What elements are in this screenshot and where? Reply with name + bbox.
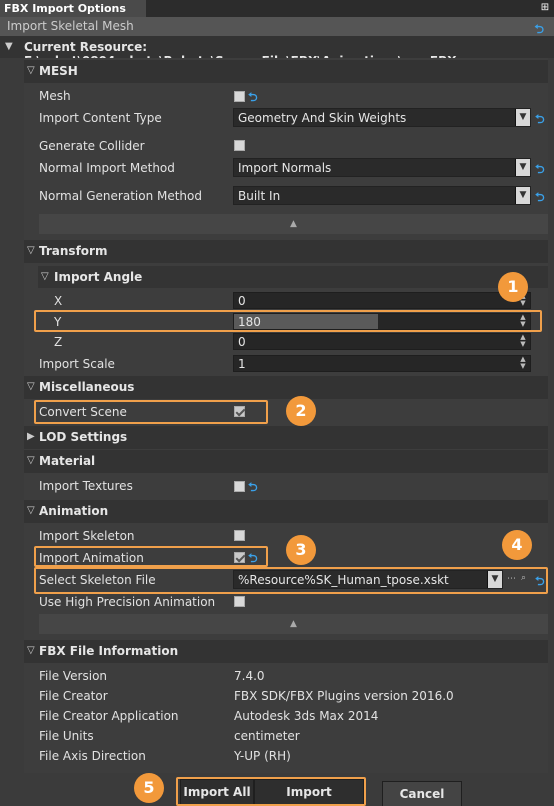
fbx-info-value: FBX SDK/FBX Plugins version 2016.0 (234, 689, 454, 703)
collapse-triangle-icon: ▽ (41, 271, 49, 282)
highlight-import-animation (34, 546, 268, 567)
import-textures-reset-icon[interactable]: ⮌ (248, 478, 258, 499)
expand-triangle-icon: ▶ (27, 431, 35, 442)
angle-x-label: X (54, 294, 63, 308)
fbx-info-label: File Version (39, 669, 108, 683)
collapse-up-icon: ▲ (290, 619, 297, 629)
fbx-info-label: File Axis Direction (39, 749, 146, 763)
normal-import-method-label: Normal Import Method (39, 161, 175, 175)
highlight-y-row (34, 310, 542, 332)
collapse-up-icon: ▲ (290, 219, 297, 229)
section-transform-title: Transform (39, 244, 108, 258)
collapse-triangle-icon: ▽ (27, 455, 35, 466)
subtitle-text: Import Skeletal Mesh (7, 19, 134, 33)
title-bar: FBX Import Options ⊞ (0, 0, 554, 17)
normal-generation-method-dropdown[interactable]: Built In ▼ (233, 186, 531, 205)
highlight-select-skeleton (34, 567, 548, 594)
high-precision-label: Use High Precision Animation (39, 595, 216, 609)
angle-z-field[interactable]: 0 ▲ ▼ (233, 333, 531, 350)
collapse-triangle-icon: ▽ (27, 65, 35, 76)
generate-collider-checkbox[interactable] (234, 140, 245, 151)
normal-generation-method-value: Built In (238, 189, 281, 203)
import-skeleton-checkbox[interactable] (234, 530, 245, 541)
collapse-triangle-icon: ▽ (27, 381, 35, 392)
normal-import-method-reset-icon[interactable]: ⮌ (535, 160, 545, 181)
section-animation-title: Animation (39, 504, 109, 518)
fbx-info-label: File Creator (39, 689, 108, 703)
subsection-import-angle[interactable]: ▽ Import Angle (38, 266, 548, 288)
window-tab[interactable]: FBX Import Options (0, 0, 146, 17)
chevron-down-icon[interactable]: ▼ (515, 109, 530, 126)
import-textures-label: Import Textures (39, 479, 133, 493)
pin-icon[interactable]: ⊞ (539, 2, 551, 14)
section-material-title: Material (39, 454, 96, 468)
import-skeleton-label: Import Skeleton (39, 529, 135, 543)
import-scale-label: Import Scale (39, 357, 115, 371)
annotation-badge-1: 1 (498, 272, 528, 302)
cancel-button[interactable]: Cancel (382, 781, 462, 806)
import-scale-value: 1 (238, 357, 246, 371)
section-fbx-info[interactable]: ▽ FBX File Information (24, 640, 548, 663)
annotation-badge-2: 2 (286, 396, 316, 426)
subtitle-bar: Import Skeletal Mesh ⮌ (0, 17, 554, 36)
mesh-checkbox[interactable] (234, 91, 245, 102)
section-mesh[interactable]: ▽ MESH (24, 60, 548, 83)
collapse-triangle-icon: ▽ (27, 505, 35, 516)
angle-z-value: 0 (238, 335, 246, 349)
chevron-down-icon[interactable]: ▼ (515, 187, 530, 204)
fbx-info-label: File Creator Application (39, 709, 179, 723)
section-transform[interactable]: ▽ Transform (24, 240, 548, 263)
section-animation[interactable]: ▽ Animation (24, 500, 548, 523)
annotation-badge-3: 3 (286, 535, 316, 565)
spinner-icon[interactable]: ▲▼ (516, 334, 530, 349)
annotation-badge-5: 5 (134, 773, 164, 803)
expand-triangle-icon: ▼ (5, 41, 13, 52)
import-content-type-dropdown[interactable]: Geometry And Skin Weights ▼ (233, 108, 531, 127)
current-resource-header[interactable]: ▼ Current Resource: F:\robot\0804robots\… (0, 36, 554, 68)
section-material[interactable]: ▽ Material (24, 450, 548, 473)
animation-collapse-bar[interactable]: ▲ (39, 614, 548, 634)
angle-x-value: 0 (238, 294, 246, 308)
high-precision-checkbox[interactable] (234, 596, 245, 607)
mesh-reset-icon[interactable]: ⮌ (248, 88, 258, 109)
section-miscellaneous[interactable]: ▽ Miscellaneous (24, 376, 548, 399)
import-content-type-value: Geometry And Skin Weights (238, 111, 407, 125)
annotation-badge-4: 4 (502, 530, 532, 560)
normal-generation-method-reset-icon[interactable]: ⮌ (535, 188, 545, 209)
fbx-info-value: centimeter (234, 729, 300, 743)
fbx-info-value: 7.4.0 (234, 669, 265, 683)
section-misc-title: Miscellaneous (39, 380, 135, 394)
fbx-info-value: Y-UP (RH) (234, 749, 291, 763)
import-content-type-label: Import Content Type (39, 111, 162, 125)
section-lod-settings[interactable]: ▶ LOD Settings (24, 426, 548, 449)
import-content-type-reset-icon[interactable]: ⮌ (535, 110, 545, 131)
mesh-collapse-bar[interactable]: ▲ (39, 214, 548, 234)
normal-import-method-value: Import Normals (238, 161, 332, 175)
spinner-icon[interactable]: ▲▼ (516, 356, 530, 371)
generate-collider-label: Generate Collider (39, 139, 145, 153)
section-mesh-title: MESH (39, 64, 78, 78)
import-scale-field[interactable]: 1 ▲ ▼ (233, 355, 531, 372)
normal-generation-method-label: Normal Generation Method (39, 189, 202, 203)
import-textures-checkbox[interactable] (234, 481, 245, 492)
normal-import-method-dropdown[interactable]: Import Normals ▼ (233, 158, 531, 177)
section-fbx-info-title: FBX File Information (39, 644, 179, 658)
collapse-triangle-icon: ▽ (27, 645, 35, 656)
highlight-import-buttons (176, 777, 366, 806)
mesh-label: Mesh (39, 89, 71, 103)
collapse-triangle-icon: ▽ (27, 245, 35, 256)
chevron-down-icon[interactable]: ▼ (515, 159, 530, 176)
fbx-info-value: Autodesk 3ds Max 2014 (234, 709, 379, 723)
section-lod-title: LOD Settings (39, 430, 128, 444)
angle-z-label: Z (54, 335, 63, 349)
highlight-convert-scene (34, 400, 268, 424)
import-angle-title: Import Angle (54, 270, 143, 284)
angle-x-field[interactable]: 0 ▲▼ (233, 292, 531, 309)
fbx-info-label: File Units (39, 729, 94, 743)
